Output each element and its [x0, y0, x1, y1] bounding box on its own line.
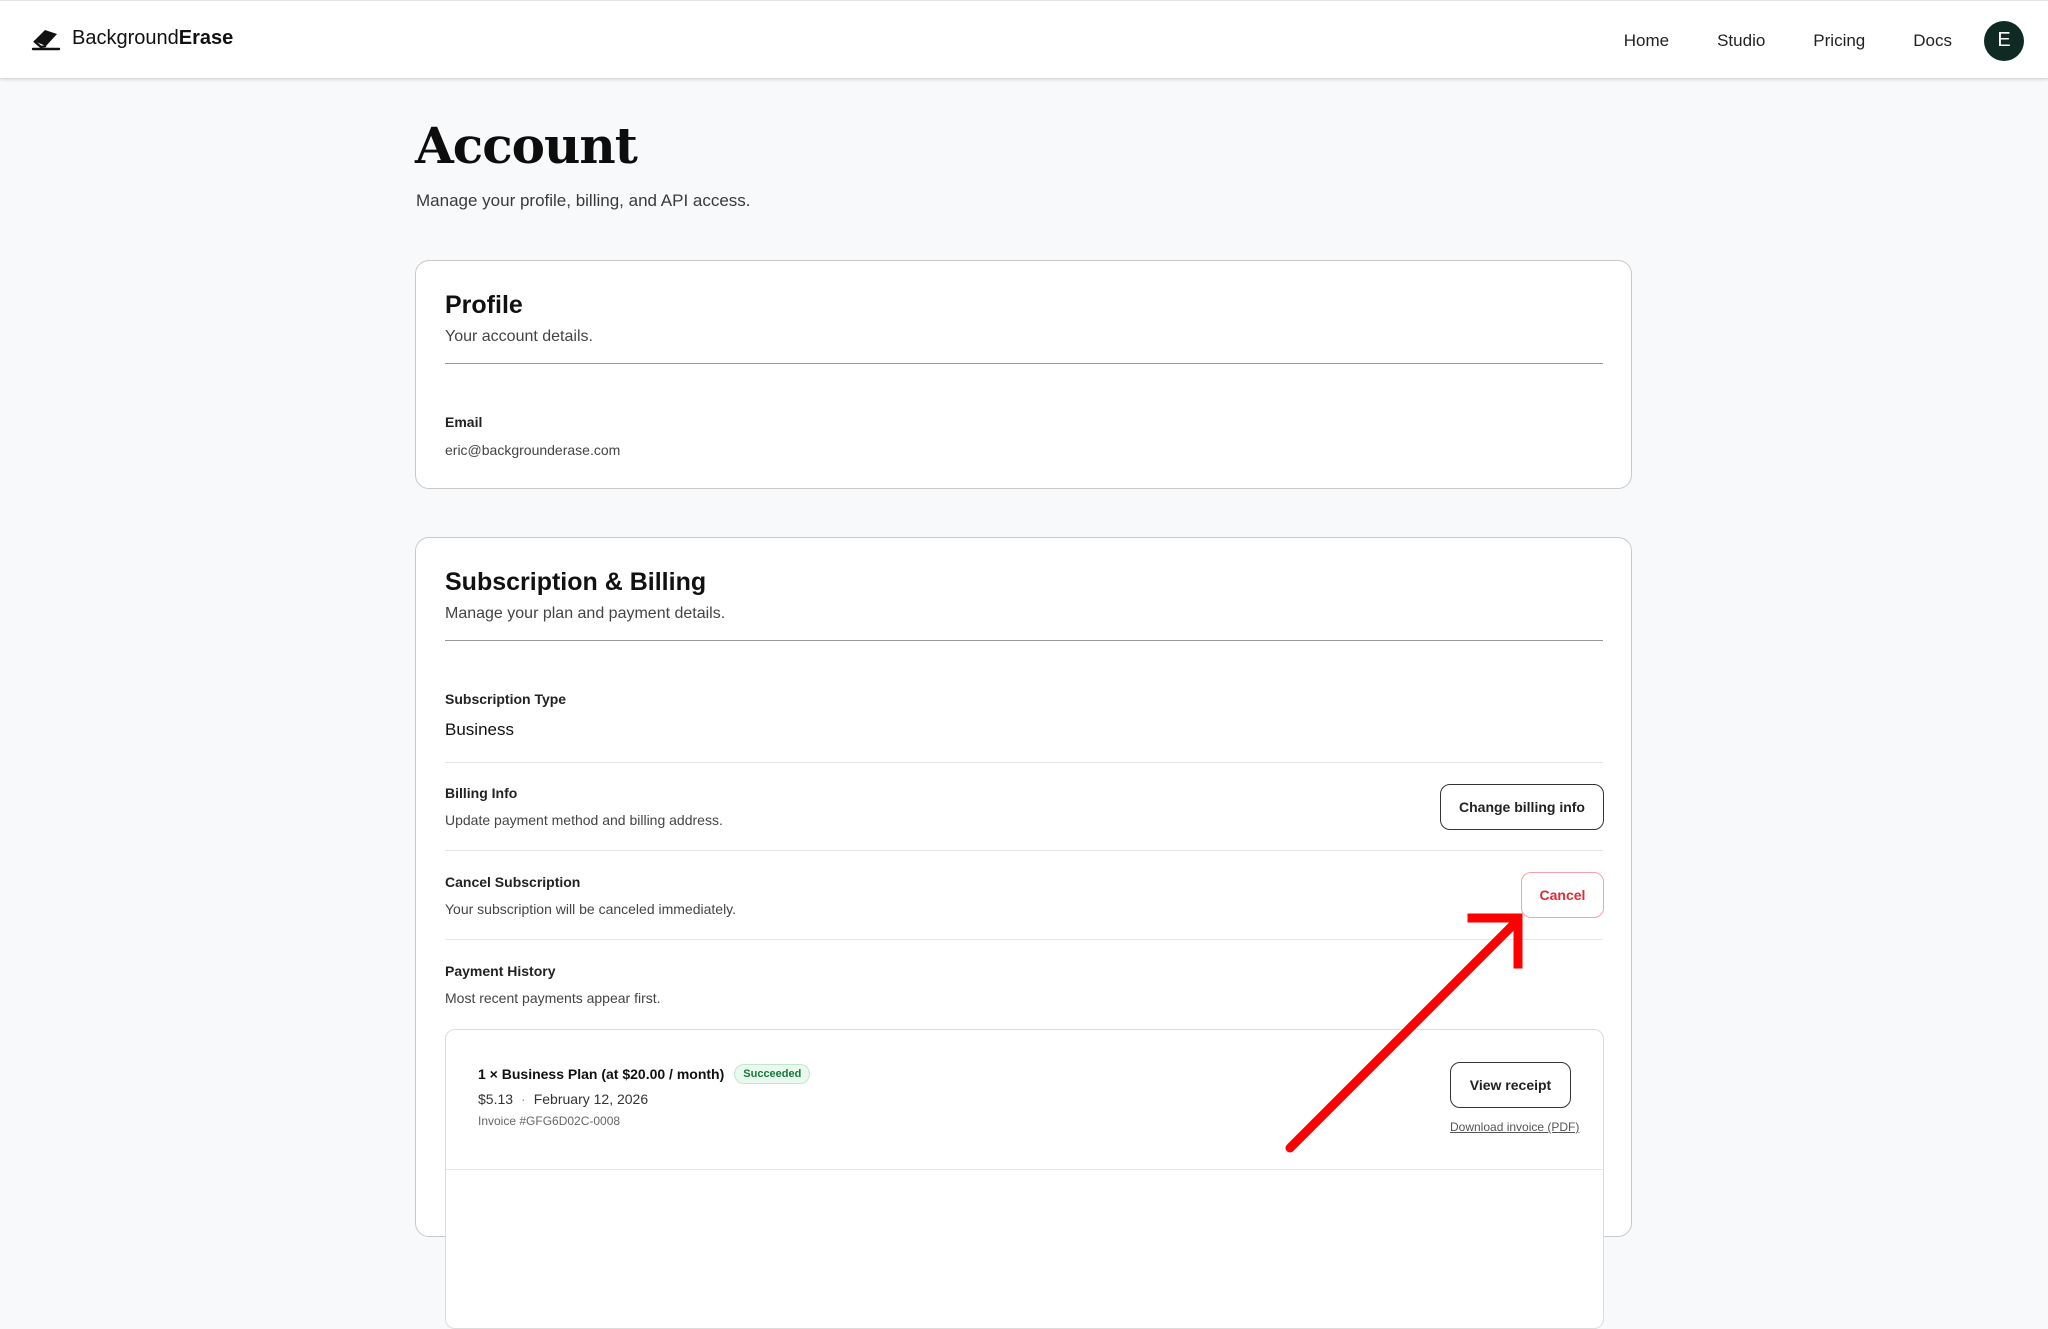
- billing-divider: [445, 640, 1603, 641]
- billing-title: Subscription & Billing: [445, 568, 707, 596]
- page-title: Account: [415, 116, 638, 175]
- invoice-number: Invoice #GFG6D02C-0008: [478, 1114, 621, 1128]
- row-divider: [445, 850, 1603, 851]
- brand-name: BackgroundErase: [72, 26, 234, 49]
- cancel-subscription-desc: Your subscription will be canceled immed…: [445, 901, 737, 917]
- billing-info-label: Billing Info: [445, 785, 518, 801]
- top-navbar: BackgroundErase Home Studio Pricing Docs…: [0, 0, 2048, 79]
- payment-title: 1 × Business Plan (at $20.00 / month): [478, 1066, 725, 1082]
- view-receipt-button[interactable]: View receipt: [1450, 1062, 1571, 1108]
- eraser-icon: [31, 30, 61, 51]
- payment-title-row: 1 × Business Plan (at $20.00 / month) Su…: [478, 1064, 811, 1084]
- email-label: Email: [445, 414, 483, 430]
- payment-history-desc: Most recent payments appear first.: [445, 990, 661, 1006]
- download-invoice-link[interactable]: Download invoice (PDF): [1450, 1120, 1579, 1134]
- cancel-subscription-button[interactable]: Cancel: [1521, 872, 1604, 918]
- user-avatar[interactable]: E: [1984, 20, 2024, 61]
- payment-meta: $5.13 · February 12, 2026: [478, 1091, 648, 1107]
- subscription-type-label: Subscription Type: [445, 691, 567, 707]
- main-nav: Home Studio Pricing Docs E: [1624, 1, 2024, 80]
- nav-pricing[interactable]: Pricing: [1813, 31, 1865, 51]
- change-billing-info-button[interactable]: Change billing info: [1440, 784, 1604, 830]
- subscription-type-value: Business: [445, 720, 514, 739]
- email-value: eric@backgrounderase.com: [445, 442, 621, 458]
- brand-logo[interactable]: BackgroundErase: [31, 24, 233, 52]
- payment-history-label: Payment History: [445, 963, 556, 979]
- profile-subtitle: Your account details.: [445, 328, 593, 345]
- row-divider: [445, 939, 1603, 940]
- row-divider: [445, 762, 1603, 763]
- billing-card: Subscription & Billing Manage your plan …: [415, 537, 1632, 1329]
- profile-divider: [445, 363, 1603, 364]
- billing-info-desc: Update payment method and billing addres…: [445, 812, 723, 828]
- profile-title: Profile: [445, 291, 523, 319]
- nav-home[interactable]: Home: [1624, 31, 1669, 51]
- cancel-subscription-label: Cancel Subscription: [445, 874, 581, 890]
- page-subtitle: Manage your profile, billing, and API ac…: [416, 191, 751, 210]
- profile-card: Profile Your account details. Email eric…: [415, 260, 1632, 489]
- payment-date: February 12, 2026: [533, 1091, 649, 1107]
- payment-amount: $5.13: [478, 1091, 514, 1107]
- nav-studio[interactable]: Studio: [1717, 31, 1765, 51]
- payment-divider: [446, 1169, 1603, 1170]
- separator-dot: ·: [521, 1091, 526, 1107]
- status-badge: Succeeded: [734, 1064, 811, 1084]
- payment-item: 1 × Business Plan (at $20.00 / month) Su…: [445, 1029, 1604, 1329]
- nav-docs[interactable]: Docs: [1913, 31, 1952, 51]
- billing-subtitle: Manage your plan and payment details.: [445, 605, 726, 622]
